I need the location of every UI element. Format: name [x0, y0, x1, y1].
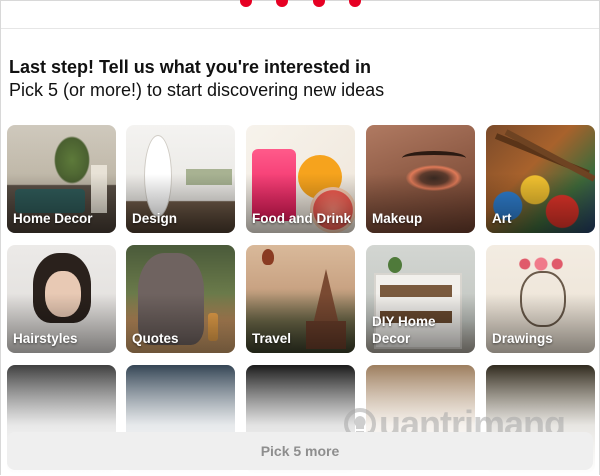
topic-tile-quotes[interactable]: Quotes — [126, 245, 235, 353]
topic-label: DIY Home Decor — [372, 314, 436, 346]
page-subtitle: Pick 5 (or more!) to start discovering n… — [9, 80, 385, 100]
topic-tile-travel[interactable]: Travel — [246, 245, 355, 353]
topic-tile-home-decor[interactable]: Home Decor — [7, 125, 116, 233]
progress-dot — [349, 0, 361, 7]
topic-tile-food-and-drink[interactable]: Food and Drink — [246, 125, 355, 233]
pick-more-button[interactable]: Pick 5 more — [7, 432, 593, 470]
topic-label: Home Decor — [13, 211, 93, 226]
progress-indicator — [1, 0, 599, 9]
topic-tile-design[interactable]: Design — [126, 125, 235, 233]
header-divider — [1, 28, 599, 29]
topic-tile-hairstyles[interactable]: Hairstyles — [7, 245, 116, 353]
topic-label: Travel — [252, 331, 292, 346]
topic-tile-art[interactable]: Art — [486, 125, 595, 233]
progress-dot — [313, 0, 325, 7]
topic-label: Food and Drink — [252, 211, 351, 226]
page-title: Last step! Tell us what you're intereste… — [9, 57, 372, 77]
topic-label: Hairstyles — [13, 331, 78, 346]
progress-dot — [240, 0, 252, 7]
topic-tile-makeup[interactable]: Makeup — [366, 125, 475, 233]
topic-label: Makeup — [372, 211, 423, 226]
topic-tile-diy-home-decor[interactable]: DIY Home Decor — [366, 245, 475, 353]
topic-label: Design — [132, 211, 178, 226]
topic-tile-drawings[interactable]: Drawings — [486, 245, 595, 353]
progress-dot — [276, 0, 288, 7]
topic-label: Drawings — [492, 331, 553, 346]
topic-label: Quotes — [132, 331, 179, 346]
topic-label: Art — [492, 211, 512, 226]
